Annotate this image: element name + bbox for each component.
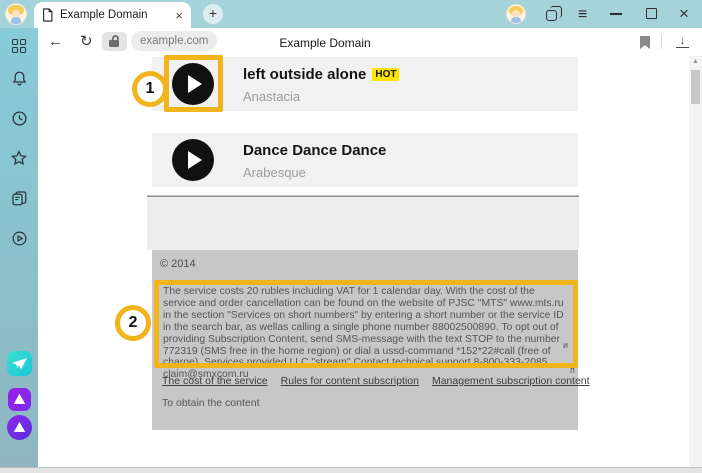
notifications-bell-icon[interactable] <box>10 69 28 87</box>
collections-icon[interactable] <box>10 189 28 207</box>
video-player-icon[interactable] <box>10 229 28 247</box>
address-bar[interactable]: example.com <box>131 31 217 51</box>
link-subscription-management[interactable]: Management subscription content <box>432 375 590 387</box>
toolbar-separator <box>661 34 662 49</box>
page-favicon-icon <box>42 8 53 22</box>
sync-avatar[interactable] <box>506 4 526 24</box>
scrollbar-track[interactable] <box>689 56 702 467</box>
site-security-badge[interactable] <box>102 32 127 51</box>
menu-icon[interactable]: ≡ <box>578 7 587 23</box>
profile-avatar[interactable] <box>5 3 27 25</box>
tab-close-icon[interactable]: × <box>175 8 183 23</box>
track-title: Dance Dance Dance <box>243 142 386 159</box>
alice-assistant-icon[interactable] <box>7 415 32 440</box>
copyright-text: © 2014 <box>160 258 196 270</box>
footer-links: The cost of the service Rules for conten… <box>162 375 572 387</box>
browser-tab[interactable]: Example Domain × <box>34 2 191 28</box>
minimize-button[interactable] <box>610 13 622 15</box>
track-row: Dance Dance Dance Arabesque <box>152 133 578 187</box>
messenger-icon[interactable] <box>8 388 31 411</box>
page-title: Example Domain <box>240 36 410 50</box>
new-tab-button[interactable]: + <box>203 4 223 24</box>
tab-title: Example Domain <box>60 9 168 21</box>
all-tabs-icon[interactable] <box>546 10 557 21</box>
annotation-box-1 <box>164 55 223 112</box>
bookmarks-star-icon[interactable] <box>10 149 28 167</box>
annotation-box-2 <box>154 280 578 368</box>
play-icon <box>188 151 202 169</box>
window-bottom-edge <box>0 467 702 473</box>
track-title: left outside alone <box>243 66 366 83</box>
apps-grid-icon[interactable] <box>10 37 28 55</box>
annotation-step-2: 2 <box>115 305 151 341</box>
reload-button[interactable]: ↻ <box>80 34 93 49</box>
scroll-up-icon[interactable]: ▲ <box>691 58 700 65</box>
telegram-icon[interactable] <box>7 351 32 376</box>
track-artist: Arabesque <box>243 165 386 180</box>
maximize-button[interactable] <box>646 8 657 19</box>
history-clock-icon[interactable] <box>10 109 28 127</box>
content-divider <box>147 195 579 197</box>
hot-badge: HOT <box>372 68 399 81</box>
link-cost-of-service[interactable]: The cost of the service <box>162 375 268 387</box>
back-button[interactable]: ← <box>48 34 63 49</box>
download-icon[interactable]: ↓ <box>676 33 689 48</box>
obtain-content-text: To obtain the content <box>162 397 260 409</box>
track-artist: Anastacia <box>243 89 399 104</box>
window-close-button[interactable]: × <box>679 5 689 22</box>
content-spacer <box>147 197 579 250</box>
annotation-step-1: 1 <box>132 71 168 107</box>
play-button[interactable] <box>172 139 214 181</box>
scrollbar-thumb[interactable] <box>691 70 700 104</box>
link-content-subscription-rules[interactable]: Rules for content subscription <box>281 375 419 387</box>
